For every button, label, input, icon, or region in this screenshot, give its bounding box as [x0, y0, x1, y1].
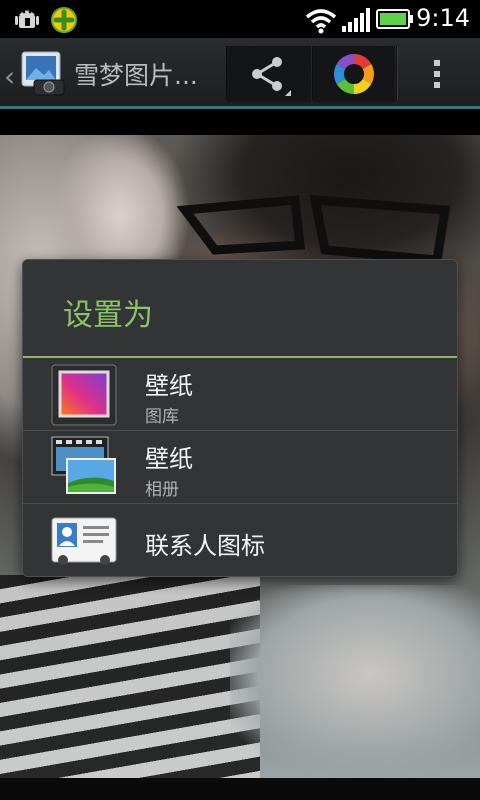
- menu-item-label: 联系人图标: [145, 532, 265, 560]
- menu-item-wallpaper-album[interactable]: 壁纸 相册: [23, 431, 457, 504]
- status-bar: 9:14: [0, 0, 480, 38]
- album-wallpaper-icon: [51, 436, 116, 494]
- menu-item-sublabel: 相册: [145, 480, 179, 500]
- battery-icon: [376, 9, 413, 29]
- gallery-app-icon[interactable]: [18, 50, 66, 96]
- 360-security-icon: [51, 7, 77, 33]
- bottom-band: [0, 778, 480, 800]
- status-time: 9:14: [416, 4, 470, 32]
- wifi-icon: [305, 9, 337, 34]
- gallery-wallpaper-icon: [51, 364, 117, 426]
- menu-item-sublabel: 图库: [145, 407, 179, 427]
- photo-glasses: [176, 195, 451, 265]
- set-as-dialog: 设置为 壁纸 图库 壁纸 相册 联系人图标: [22, 259, 458, 577]
- photo-top-band: [0, 109, 480, 135]
- signal-icon: [342, 8, 370, 32]
- divider: [396, 46, 397, 100]
- menu-item-label: 壁纸: [145, 372, 193, 400]
- contact-card-icon: [51, 517, 117, 565]
- dialog-title: 设置为: [63, 298, 153, 333]
- photo-arm: [230, 585, 480, 778]
- overflow-menu-icon[interactable]: [420, 46, 456, 102]
- share-icon[interactable]: [227, 46, 311, 102]
- chevron-left-icon[interactable]: ‹: [4, 60, 15, 93]
- menu-item-contact-icon[interactable]: 联系人图标: [23, 504, 457, 576]
- app-title: 雪梦图片...: [74, 61, 198, 90]
- color-wheel-icon[interactable]: [313, 46, 395, 102]
- photo-striped-shirt: [0, 575, 260, 778]
- android-debug-icon: [15, 10, 39, 28]
- menu-item-label: 壁纸: [145, 445, 193, 473]
- menu-item-wallpaper-gallery[interactable]: 壁纸 图库: [23, 358, 457, 431]
